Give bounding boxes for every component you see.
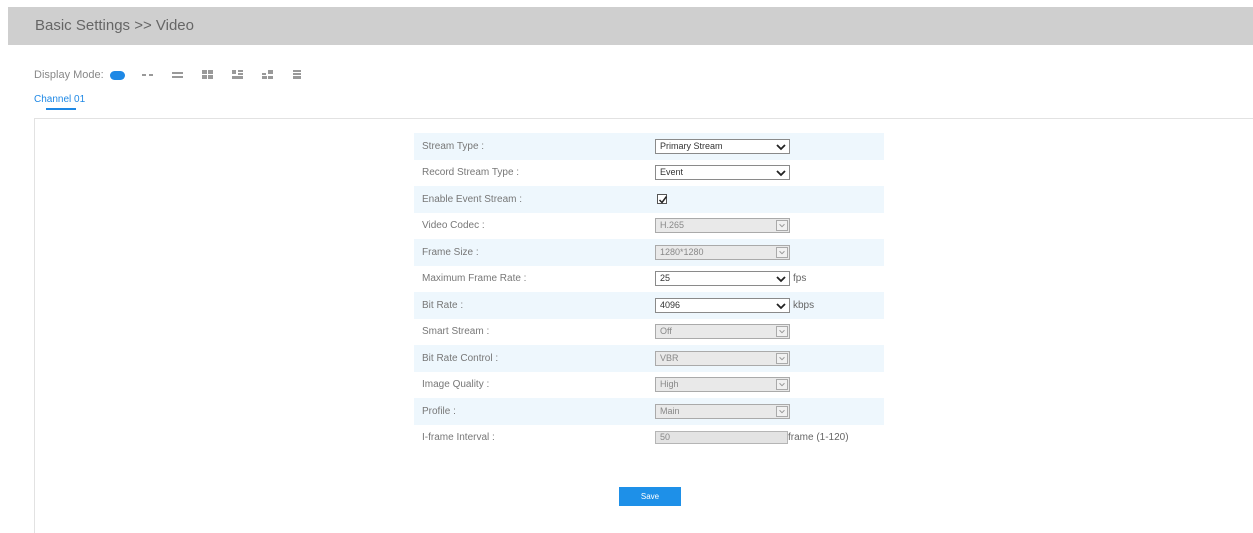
row-max-frame-rate: Maximum Frame Rate : 25 fps: [414, 266, 884, 293]
row-enable-event-stream: Enable Event Stream :: [414, 186, 884, 213]
video-settings-form: Stream Type : Primary Stream Record Stre…: [414, 133, 884, 451]
profile-label: Profile :: [422, 405, 456, 417]
iframe-interval-input[interactable]: 50: [655, 431, 788, 445]
row-record-stream-type: Record Stream Type : Event: [414, 160, 884, 187]
max-frame-rate-value: 25: [660, 273, 671, 284]
chevron-down-icon: [776, 352, 788, 364]
chevron-down-icon: [776, 170, 786, 177]
bit-rate-value: 4096: [660, 299, 681, 310]
row-video-codec: Video Codec : H.265: [414, 213, 884, 240]
row-smart-stream: Smart Stream : Off: [414, 319, 884, 346]
video-codec-label: Video Codec :: [422, 220, 485, 232]
smart-stream-select[interactable]: Off: [655, 324, 790, 340]
save-button[interactable]: Save: [619, 487, 681, 506]
video-codec-value: H.265: [660, 220, 685, 231]
fps-unit: fps: [793, 273, 807, 285]
row-frame-size: Frame Size : 1280*1280: [414, 239, 884, 266]
bit-rate-control-select[interactable]: VBR: [655, 350, 790, 366]
tab-channel-01[interactable]: Channel 01: [34, 94, 85, 105]
stream-type-value: Primary Stream: [660, 140, 723, 151]
frame-size-value: 1280*1280: [660, 246, 704, 257]
mode-5-icon[interactable]: [231, 70, 245, 80]
record-stream-type-value: Event: [660, 167, 684, 178]
record-stream-type-label: Record Stream Type :: [422, 167, 520, 179]
chevron-down-icon: [776, 220, 788, 232]
image-quality-select[interactable]: High: [655, 377, 790, 393]
mode-4-icon[interactable]: [201, 70, 215, 80]
row-profile: Profile : Main: [414, 398, 884, 425]
frame-size-select[interactable]: 1280*1280: [655, 244, 790, 260]
page-header: Basic Settings >> Video: [8, 7, 1253, 45]
image-quality-label: Image Quality :: [422, 379, 490, 391]
row-stream-type: Stream Type : Primary Stream: [414, 133, 884, 160]
chevron-down-icon: [776, 246, 788, 258]
iframe-interval-unit: frame (1-120): [788, 432, 849, 444]
row-bit-rate-control: Bit Rate Control : VBR: [414, 345, 884, 372]
profile-value: Main: [660, 405, 680, 416]
mode-7-icon[interactable]: [291, 70, 305, 80]
smart-stream-label: Smart Stream :: [422, 326, 490, 338]
chevron-down-icon: [776, 379, 788, 391]
max-frame-rate-select[interactable]: 25: [655, 271, 790, 287]
mode-single-icon[interactable]: [109, 70, 125, 80]
stream-type-label: Stream Type :: [422, 140, 485, 152]
chevron-down-icon: [776, 405, 788, 417]
stream-type-select[interactable]: Primary Stream: [655, 138, 790, 154]
image-quality-value: High: [660, 379, 679, 390]
row-iframe-interval: I-frame Interval : 50 frame (1-120): [414, 425, 884, 452]
mode-6-icon[interactable]: [261, 70, 275, 80]
frame-size-label: Frame Size :: [422, 246, 479, 258]
breadcrumb: Basic Settings >> Video: [35, 17, 194, 34]
display-mode-label: Display Mode:: [34, 69, 104, 81]
active-tab-indicator: [46, 108, 76, 110]
max-frame-rate-label: Maximum Frame Rate :: [422, 273, 527, 285]
bit-rate-label: Bit Rate :: [422, 299, 464, 311]
display-mode-bar: Display Mode:: [34, 67, 321, 83]
record-stream-type-select[interactable]: Event: [655, 165, 790, 181]
chevron-down-icon: [776, 144, 786, 151]
chevron-down-icon: [776, 303, 786, 310]
bit-rate-select[interactable]: 4096: [655, 297, 790, 313]
enable-event-stream-label: Enable Event Stream :: [422, 193, 523, 205]
mode-2-icon[interactable]: [141, 70, 155, 80]
mode-3-icon[interactable]: [171, 70, 185, 80]
profile-select[interactable]: Main: [655, 403, 790, 419]
kbps-unit: kbps: [793, 299, 815, 311]
smart-stream-value: Off: [660, 326, 672, 337]
iframe-interval-label: I-frame Interval :: [422, 432, 495, 444]
enable-event-stream-checkbox[interactable]: [657, 194, 668, 205]
row-image-quality: Image Quality : High: [414, 372, 884, 399]
row-bit-rate: Bit Rate : 4096 kbps: [414, 292, 884, 319]
chevron-down-icon: [776, 326, 788, 338]
checkmark-icon: [658, 196, 668, 204]
bit-rate-control-value: VBR: [660, 352, 679, 363]
chevron-down-icon: [776, 276, 786, 283]
bit-rate-control-label: Bit Rate Control :: [422, 352, 499, 364]
video-codec-select[interactable]: H.265: [655, 218, 790, 234]
